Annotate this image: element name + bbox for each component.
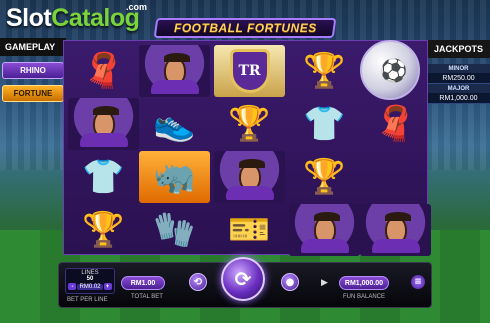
jackpots-header: JACKPOTS: [427, 40, 490, 58]
play-arrow-icon[interactable]: ▶: [321, 278, 331, 288]
goalkeeper-icon: [289, 204, 360, 256]
total-bet-display: RM1.00: [121, 276, 165, 290]
gameplay-tab[interactable]: GAMEPLAY: [0, 38, 66, 56]
game-title-banner: FOOTBALL FORTUNES: [153, 18, 337, 38]
football-icon: ⚽: [360, 40, 420, 100]
card-icon: 🎫: [228, 211, 271, 249]
logo-suffix: .com: [126, 2, 148, 12]
goalkeeper-icon: [139, 45, 210, 97]
bet-per-line-label: BET PER LINE: [67, 297, 108, 303]
minor-jackpot-value: RM250.00: [427, 73, 490, 84]
scarf-icon: 🧣: [374, 105, 417, 143]
minor-jackpot-label: MINOR: [427, 64, 490, 73]
jersey-icon: 👕: [303, 105, 346, 143]
major-jackpot-label: MAJOR: [427, 84, 490, 93]
lines-value: 50: [86, 276, 94, 282]
spin-button[interactable]: ⟳: [221, 257, 265, 301]
total-bet-label: TOTAL BET: [131, 294, 163, 300]
club-logo-icon: TR: [214, 45, 285, 97]
player-icon: [214, 151, 285, 203]
jackpots-panel: JACKPOTS MINOR RM250.00 MAJOR RM1,000.00: [427, 40, 490, 104]
logo-part-1: Slot: [6, 4, 52, 32]
slotcatalog-logo: SlotCatalog .com: [6, 2, 147, 34]
scarf-icon: 🧣: [82, 52, 125, 90]
menu-icon[interactable]: ≡: [411, 275, 425, 289]
lines-box: LINES 50 - RM0.02 +: [65, 268, 115, 294]
gloves-icon: 🧤: [153, 211, 196, 249]
game-title: FOOTBALL FORTUNES: [173, 21, 317, 35]
rhino-icon: 🦏: [139, 151, 210, 203]
player-icon: [360, 204, 431, 256]
bet-per-line-value: RM0.02: [77, 283, 103, 290]
player-icon: [68, 98, 139, 150]
bet-increase-button[interactable]: +: [103, 283, 112, 290]
fortune-mode-button[interactable]: FORTUNE: [2, 85, 64, 102]
trophy-icon: 🏆: [303, 158, 346, 196]
bet-decrease-button[interactable]: -: [68, 283, 77, 290]
boot-icon: 👟: [153, 105, 196, 143]
trophy-icon: 🏆: [303, 52, 346, 90]
bet-per-line-stepper: - RM0.02 +: [66, 283, 114, 290]
trophy-icon: 🏆: [82, 211, 125, 249]
game-screen: SlotCatalog .com FOOTBALL FORTUNES GAMEP…: [0, 0, 490, 323]
jersey-icon: 👕: [82, 158, 125, 196]
autoplay-button[interactable]: ⟲: [189, 273, 207, 291]
rhino-mode-button[interactable]: RHINO: [2, 62, 64, 79]
control-bar: LINES 50 - RM0.02 + BET PER LINE RM1.00 …: [58, 257, 432, 308]
fun-balance-label: FUN BALANCE: [343, 294, 386, 300]
gameplay-panel: GAMEPLAY RHINO FORTUNE: [0, 38, 66, 102]
max-bet-button[interactable]: ●: [281, 273, 299, 291]
fun-balance-display: RM1,000.00: [339, 276, 389, 290]
trophy-icon: 🏆: [228, 105, 271, 143]
major-jackpot-value: RM1,000.00: [427, 93, 490, 104]
